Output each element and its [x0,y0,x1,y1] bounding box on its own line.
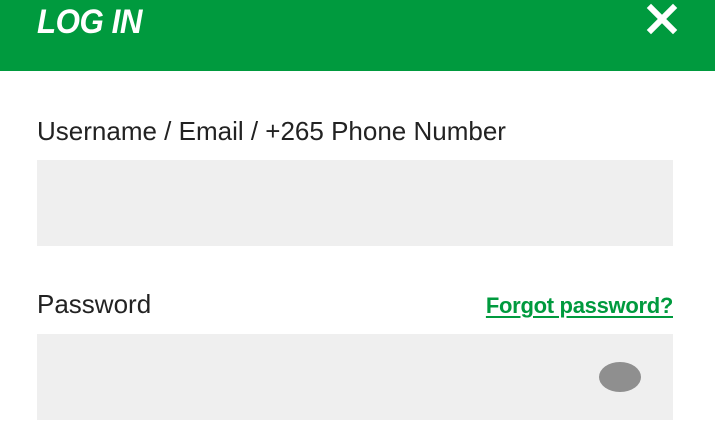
close-button[interactable] [645,2,679,36]
username-label: Username / Email / +265 Phone Number [37,116,506,146]
eye-icon [599,362,641,392]
username-input[interactable] [37,160,673,246]
login-modal: LOG IN Username / Email / +265 Phone Num… [0,0,715,438]
modal-title: LOG IN [37,3,142,41]
forgot-password-link[interactable]: Forgot password? [486,292,673,320]
password-visibility-toggle[interactable] [598,360,642,394]
close-icon [646,3,678,35]
password-input[interactable] [37,334,673,420]
modal-header: LOG IN [0,0,715,71]
password-label: Password [37,289,152,319]
